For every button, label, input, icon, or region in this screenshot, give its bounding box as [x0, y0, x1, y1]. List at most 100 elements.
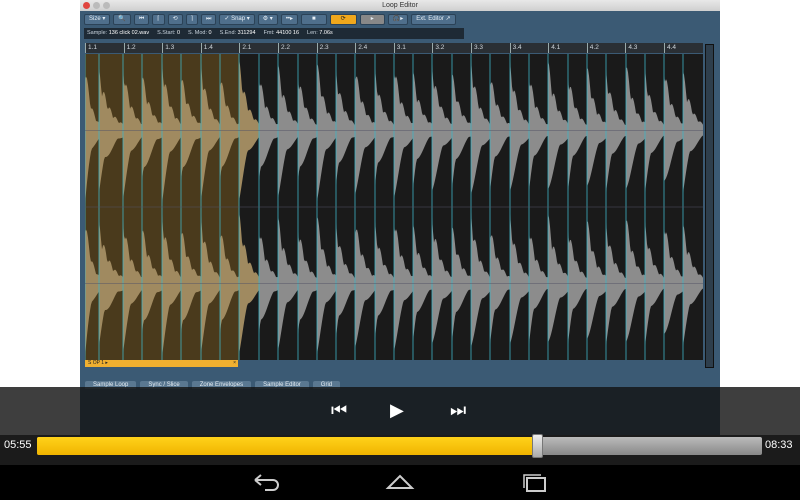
ruler-label: 1.2: [123, 43, 136, 53]
previous-button[interactable]: ⏮: [331, 400, 347, 420]
step-button[interactable]: ••▸: [280, 13, 299, 25]
waveform-transient: [278, 217, 298, 351]
waveform-transient: [548, 61, 568, 190]
marker-in-button[interactable]: ⌈: [152, 13, 165, 25]
ruler-label: 1.4: [200, 43, 213, 53]
waveform-transient: [568, 78, 587, 192]
zoom-window-icon[interactable]: [103, 2, 110, 9]
window-title: Loop Editor: [382, 2, 418, 9]
ruler-label: 2.1: [239, 43, 251, 53]
vertical-scrollbar[interactable]: [705, 44, 714, 368]
send-value: 311294: [237, 30, 256, 36]
waveform-transient: [683, 224, 703, 346]
waveform-transient: [664, 229, 683, 335]
total-time: 08:33: [765, 439, 793, 451]
sstart-label: S.Start:: [157, 30, 176, 36]
waveform-transient: [239, 58, 259, 202]
size-dropdown[interactable]: Size ▾: [84, 13, 111, 25]
ruler-label: 4.1: [548, 43, 560, 53]
waveform-transient: [548, 214, 568, 343]
waveform-transient: [587, 220, 606, 340]
waveform-transient: [278, 64, 298, 198]
waveform-transient: [259, 235, 278, 335]
waveform-transient: [375, 68, 394, 186]
waveform-transient: [336, 222, 355, 339]
bits-value: 16: [292, 30, 300, 36]
video-frame: Loop Editor Size ▾ 🔍 ⏮ ⌈ ⟲ ⌉ ⏭ ✓ Snap ▾ …: [80, 0, 720, 440]
waveform-transient: [259, 82, 278, 182]
waveform-transient: [490, 82, 510, 192]
waveform-transient: [432, 63, 452, 191]
sample-name: 136 click 02.wav: [108, 30, 150, 36]
ruler-label: 3.3: [471, 43, 483, 53]
back-icon[interactable]: [245, 470, 285, 495]
waveform-transient: [317, 64, 336, 202]
ext-editor-button[interactable]: Ext. Editor ↗: [411, 13, 456, 25]
play-pause-button[interactable]: ▶: [390, 400, 404, 420]
audition-button[interactable]: 🎧▸: [387, 13, 409, 25]
waveform-transient: [683, 71, 703, 193]
waveform-transient: [529, 82, 548, 192]
waveform-transient: [375, 221, 394, 339]
play-button[interactable]: ▸: [359, 13, 385, 25]
seek-thumb[interactable]: [532, 434, 544, 458]
settings-dropdown[interactable]: ⚙ ▾: [257, 13, 278, 25]
waveform-transient: [626, 220, 645, 342]
close-window-icon[interactable]: [83, 2, 90, 9]
go-end-button[interactable]: ⏭: [200, 13, 217, 25]
smod-label: S. Mod:: [188, 30, 207, 36]
next-button[interactable]: ⏭: [450, 400, 466, 420]
recents-icon[interactable]: [515, 470, 555, 495]
elapsed-time: 05:55: [4, 439, 32, 451]
waveform-transient: [298, 231, 317, 335]
sample-label: Sample:: [87, 30, 108, 36]
waveform-transient: [587, 67, 606, 187]
waveform-transient: [355, 229, 375, 348]
waveform-transient: [529, 235, 548, 345]
seek-bar[interactable]: [37, 437, 762, 455]
loop-button[interactable]: ⟲: [167, 13, 183, 25]
ruler-label: 4.2: [586, 43, 599, 53]
waveform-transient: [606, 222, 626, 346]
home-icon[interactable]: [380, 470, 420, 495]
minimize-window-icon[interactable]: [93, 2, 100, 9]
ruler-label: 3.2: [432, 43, 444, 53]
waveform-transient: [394, 226, 413, 352]
go-start-button[interactable]: ⏮: [133, 13, 150, 25]
seek-progress: [37, 437, 538, 455]
waveform-transient: [490, 235, 510, 345]
android-navbar: [0, 465, 800, 500]
marker-out-button[interactable]: ⌉: [185, 13, 198, 25]
waveform-transient: [510, 60, 529, 191]
ruler-label: 1.3: [162, 43, 174, 53]
ruler-label: 2.2: [278, 43, 290, 53]
zoom-button[interactable]: 🔍: [113, 13, 131, 25]
ruler-label: 3.1: [393, 43, 406, 53]
ruler-label: 2.4: [355, 43, 367, 53]
waveform-transient: [471, 58, 490, 194]
waveform-transient: [452, 227, 471, 342]
snap-dropdown[interactable]: ✓ Snap ▾: [219, 13, 255, 25]
ruler-label: 2.3: [316, 43, 329, 53]
loop-region-label: S OP 1 ▸: [88, 360, 108, 366]
stop-button[interactable]: ■: [301, 13, 327, 25]
beat-ruler[interactable]: 1.1 1.2 1.3 1.4 2.1 2.2 2.3 2.4 3.1 3.2 3.3 3.4 4.1 4…: [85, 43, 703, 53]
loop-play-button[interactable]: ⟳: [329, 13, 357, 25]
len-label: Len:: [307, 30, 318, 36]
fmt-label: Fmt:: [263, 30, 275, 36]
send-label: S.End:: [219, 30, 237, 36]
ruler-label: 1.1: [85, 43, 97, 53]
ruler-label: 4.3: [625, 43, 637, 53]
fmt-value: 44100: [276, 30, 292, 36]
waveform-transient: [452, 74, 471, 189]
sstart-value: 0: [176, 30, 181, 36]
waveform-display[interactable]: [85, 54, 703, 360]
waveform-transient: [336, 69, 355, 186]
smod-value: 0: [208, 30, 212, 36]
waveform-transient: [298, 78, 317, 182]
waveform-transient: [432, 216, 452, 344]
ruler-label: 3.4: [509, 43, 522, 53]
sample-info-bar: Sample: 136 click 02.wav S.Start: 0 S. M…: [84, 28, 464, 39]
loop-region-bar[interactable]: S OP 1 ▸ ×: [85, 360, 238, 367]
loop-close-icon[interactable]: ×: [233, 360, 236, 367]
